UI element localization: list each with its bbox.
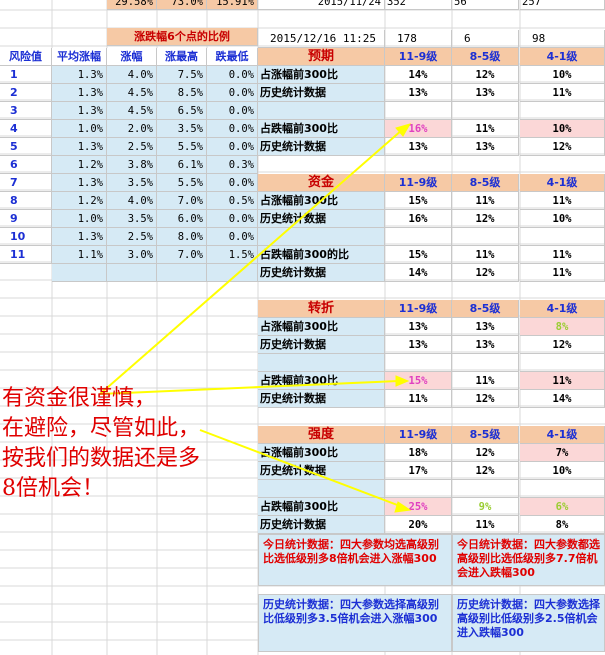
arrow-layer [99,123,412,513]
arrow-to-yuqi [99,129,403,395]
arrowhead-qiangdu [394,501,412,513]
arrowhead-zhuanzhe [395,375,410,387]
annotation-text: 有资金很谨慎， 在避险，尽管如此， 按我们的数据还是多 8倍机会！ [2,386,201,501]
arrow-to-qiangdu [199,429,401,507]
